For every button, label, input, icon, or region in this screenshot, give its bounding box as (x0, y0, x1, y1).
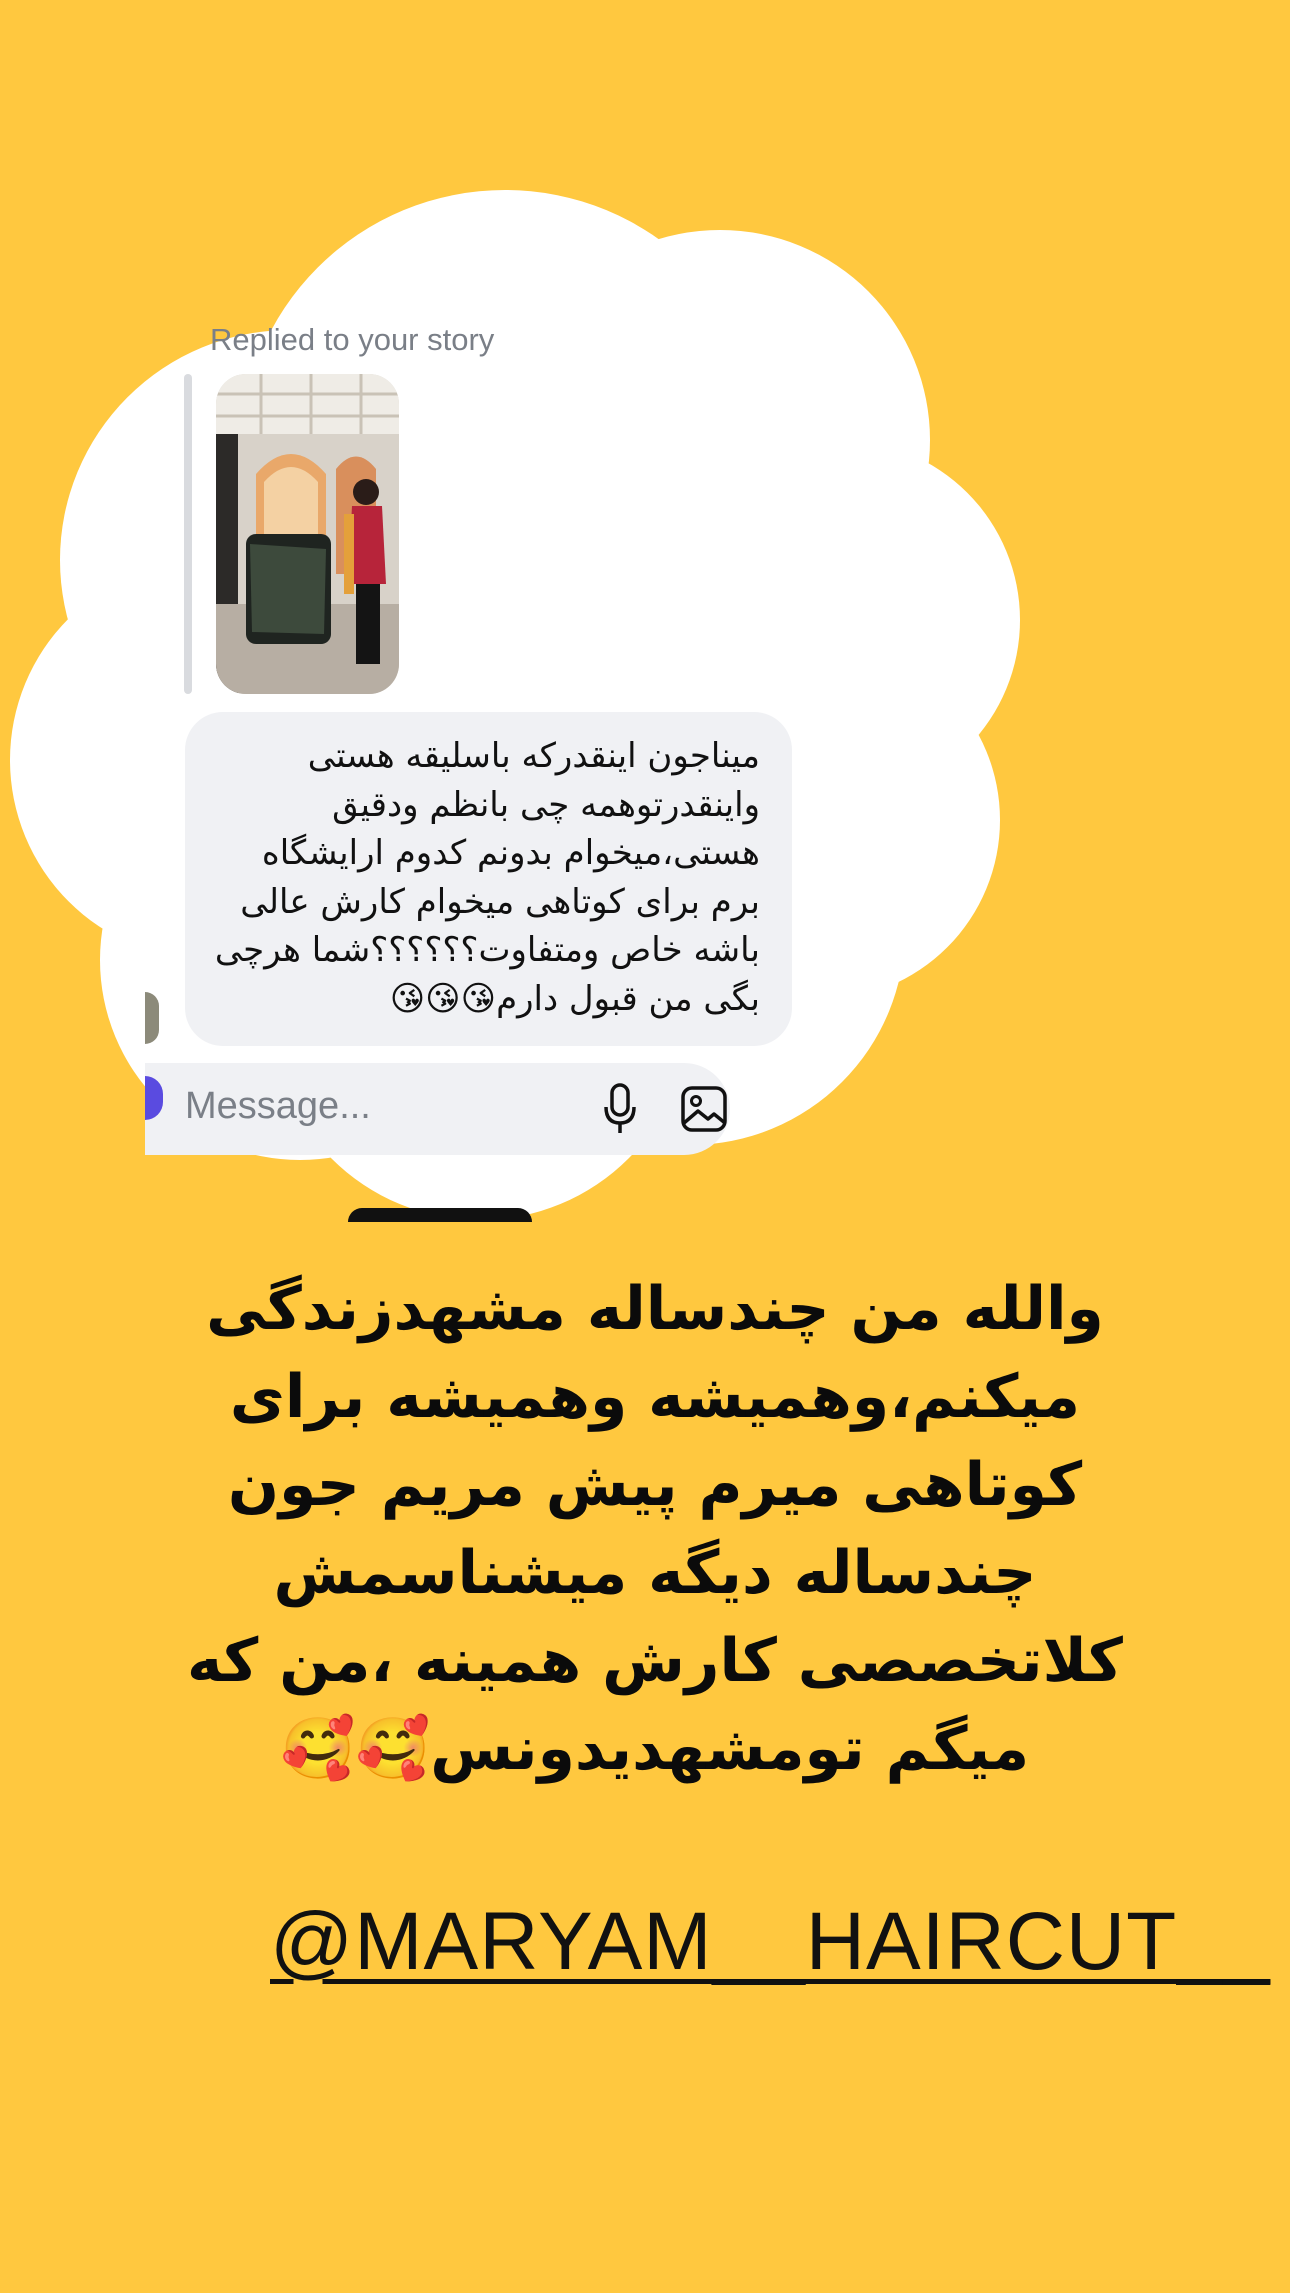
image-gallery-icon[interactable] (680, 1085, 728, 1133)
story-caption: والله من چندساله مشهدزندگی میکنم،وهمیشه … (187, 1274, 1123, 1784)
story-photo-icon (216, 374, 399, 694)
message-text: میناجون اینقدرکه باسلیقه هستی واینقدرتوه… (214, 736, 760, 1019)
message-input[interactable]: Message... (185, 1085, 371, 1128)
reply-quote-bar (184, 374, 192, 694)
cropped-element-edge (348, 1208, 532, 1222)
story-thumbnail[interactable] (216, 374, 399, 694)
cloud-sticker (10, 190, 1020, 1220)
mention-link[interactable]: @MARYAM__HAIRCUT__ (270, 1895, 1270, 1989)
microphone-icon[interactable] (603, 1083, 637, 1135)
sender-avatar[interactable] (145, 992, 159, 1044)
message-composer[interactable]: Message... (145, 1063, 730, 1155)
replied-to-story-label: Replied to your story (210, 322, 495, 357)
